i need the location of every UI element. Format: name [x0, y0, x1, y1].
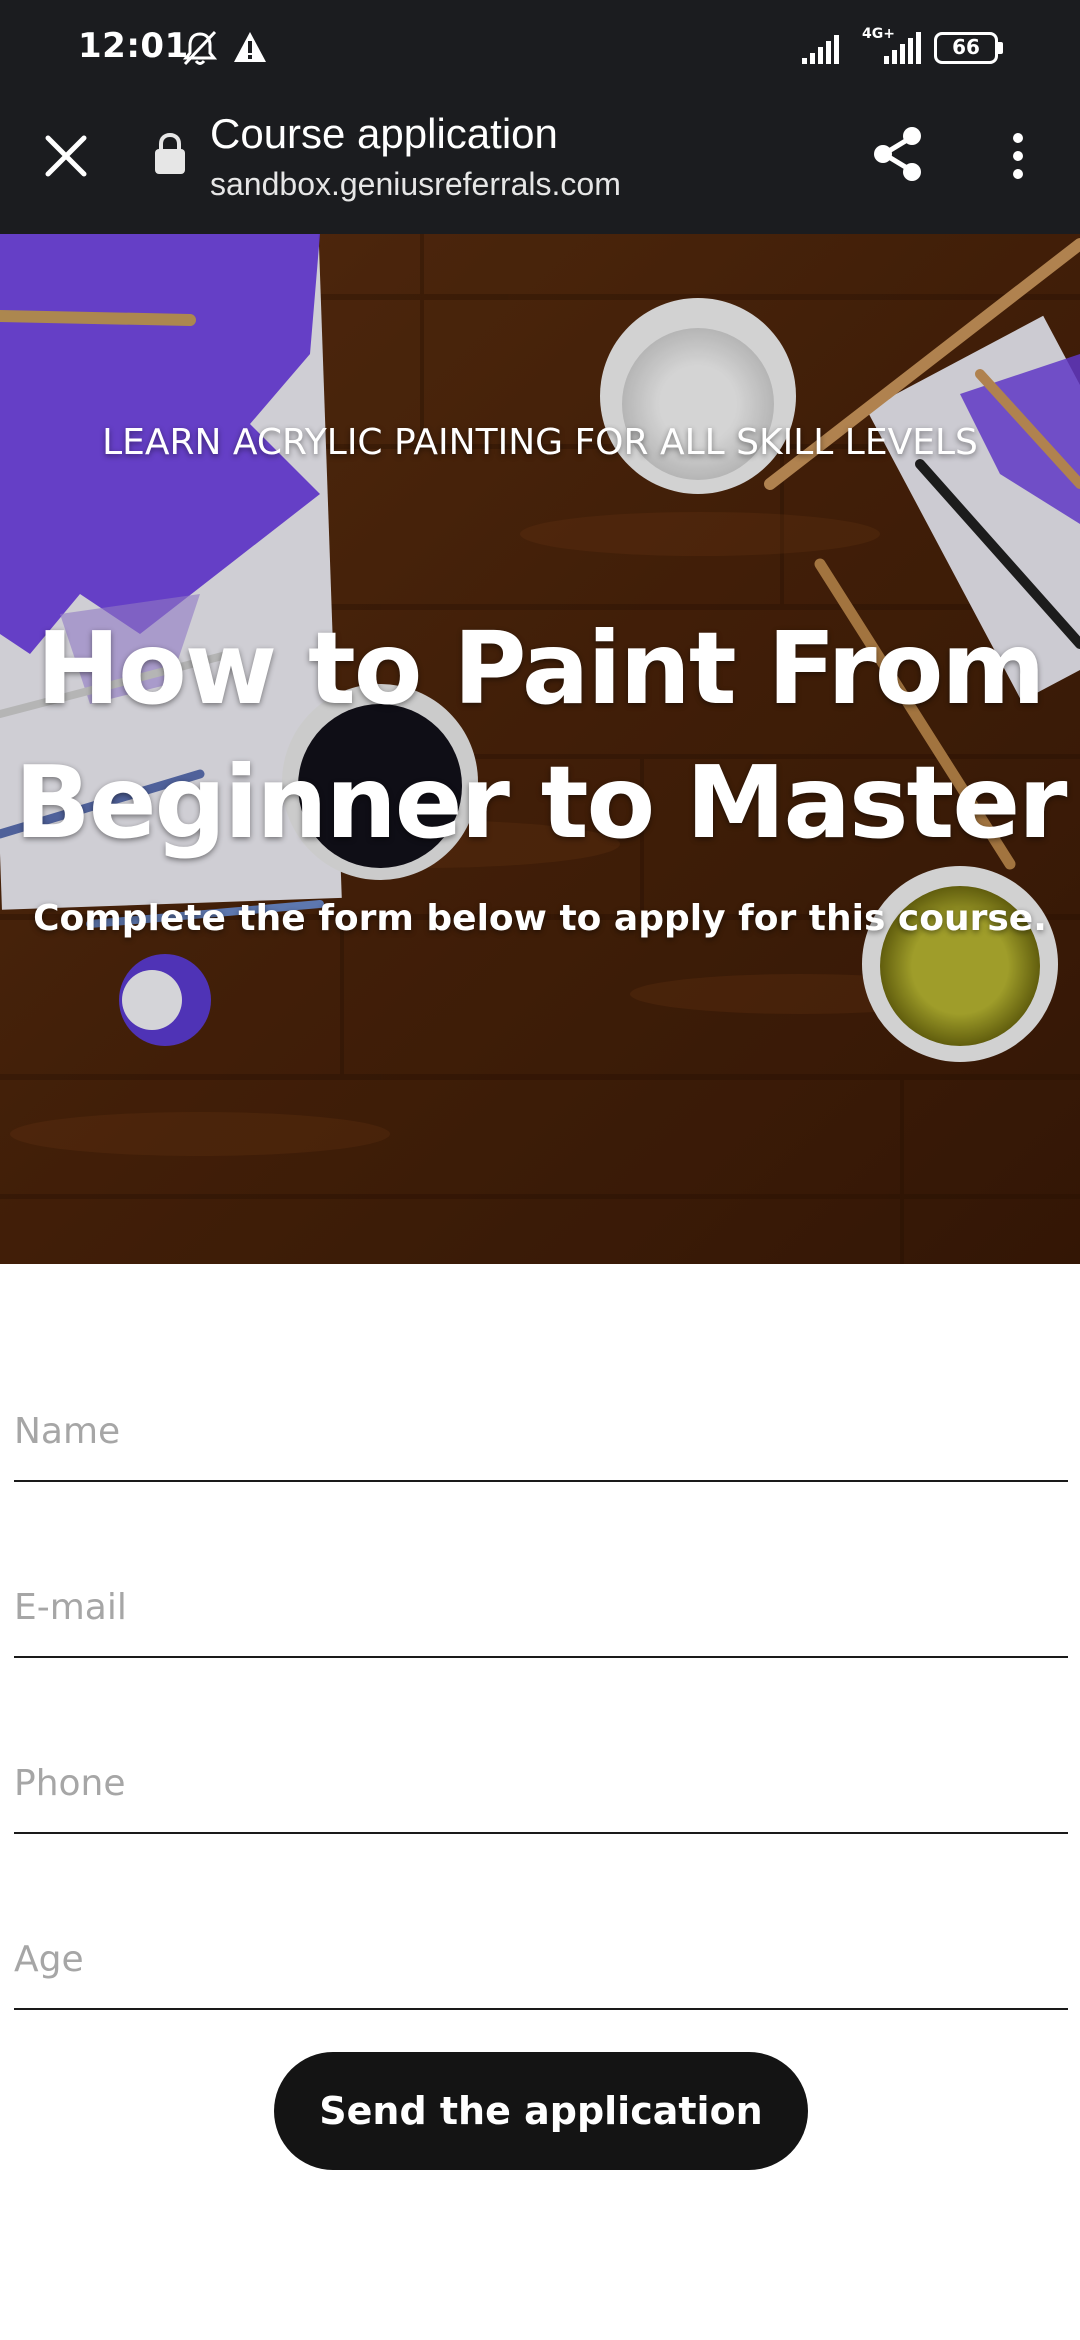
- more-vert-icon[interactable]: [1000, 126, 1036, 186]
- status-bar: 12:01 4G+ 66: [0, 0, 1080, 96]
- battery-level: 66: [952, 35, 980, 59]
- battery-icon: 66: [934, 32, 1004, 64]
- age-field[interactable]: [14, 1910, 1068, 2010]
- hero-title: How to Paint From Beginner to Master: [0, 602, 1080, 870]
- email-field[interactable]: [14, 1558, 1068, 1658]
- hero-subtitle: Complete the form below to apply for thi…: [33, 898, 1047, 939]
- name-field[interactable]: [14, 1382, 1068, 1482]
- alarm-off-icon: [182, 30, 218, 66]
- hero-title-line-1: How to Paint From: [36, 610, 1045, 727]
- close-icon[interactable]: [36, 126, 96, 186]
- hero-kicker: LEARN ACRYLIC PAINTING FOR ALL SKILL LEV…: [102, 422, 978, 463]
- share-icon[interactable]: [868, 124, 928, 184]
- send-application-button[interactable]: Send the application: [274, 2052, 808, 2170]
- status-time: 12:01: [78, 26, 189, 66]
- warning-icon: [234, 32, 266, 62]
- signal-icon: [802, 35, 839, 64]
- page-url[interactable]: sandbox.geniusreferrals.com: [210, 166, 621, 203]
- browser-toolbar: Course application sandbox.geniusreferra…: [0, 96, 1080, 234]
- signal-4g-icon: 4G+: [860, 26, 922, 66]
- page-title: Course application: [210, 110, 558, 157]
- hero-title-line-2: Beginner to Master: [14, 744, 1067, 861]
- phone-field[interactable]: [14, 1734, 1068, 1834]
- lock-icon: [155, 132, 185, 174]
- hero-banner: LEARN ACRYLIC PAINTING FOR ALL SKILL LEV…: [0, 234, 1080, 1264]
- application-form: Send the application: [0, 1264, 1080, 2340]
